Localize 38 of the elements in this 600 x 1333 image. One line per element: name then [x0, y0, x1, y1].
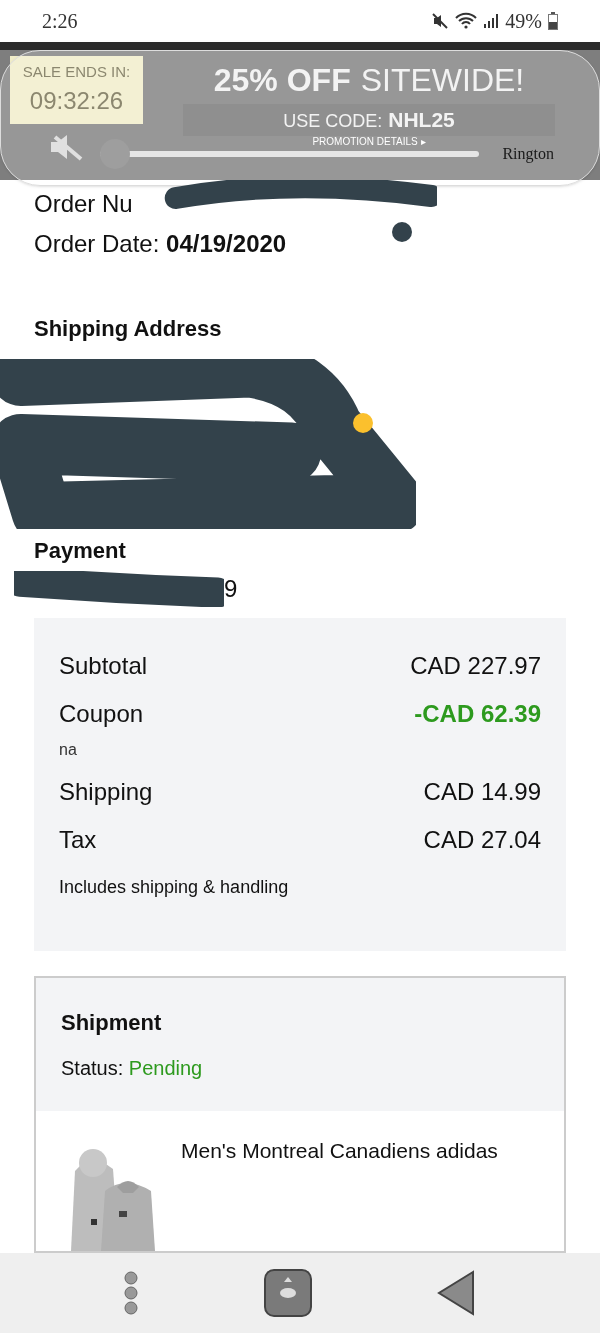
promo-code: NHL25: [388, 107, 455, 133]
order-number-label: Order Nu: [34, 189, 133, 219]
coupon-code: na: [59, 740, 78, 760]
summary-label: Coupon: [59, 699, 144, 729]
speaker-muted-icon: [49, 133, 85, 161]
home-icon[interactable]: [264, 1269, 312, 1317]
battery-icon: [548, 12, 558, 30]
headline: SITEWIDE!: [360, 61, 525, 100]
summary-value: -CAD 62.39: [414, 699, 541, 729]
payment-text: 9: [224, 573, 238, 604]
wifi-icon: [455, 12, 478, 30]
shipment-status: Status: Pending: [61, 1056, 204, 1081]
summary-label: Tax: [59, 825, 97, 855]
summary-footnote: Includes shipping & handling: [59, 876, 290, 899]
summary-label: Subtotal: [59, 651, 148, 681]
promotion-details-link[interactable]: PROMOTION DETAILS ▸: [312, 135, 426, 148]
marker-dot: [353, 413, 373, 433]
countdown: 09:32:26: [29, 86, 124, 117]
clock: 2:26: [42, 9, 78, 34]
order-date: Order Date: 04/19/2020: [34, 229, 287, 259]
summary-value: CAD 227.97: [410, 651, 541, 681]
shipment-heading: Shipment: [61, 1009, 163, 1037]
code-label: USE CODE:: [283, 110, 383, 133]
summary-label: Shipping: [59, 777, 153, 807]
battery-percent: 49%: [505, 9, 542, 34]
section-heading: Payment: [34, 536, 127, 565]
product-title: Men's Montreal Canadiens adidas: [181, 1138, 498, 1164]
sale-label: SALE ENDS IN:: [22, 61, 131, 82]
summary-value: CAD 14.99: [423, 777, 541, 807]
recent-apps-icon[interactable]: [122, 1271, 139, 1315]
mute-icon: [431, 12, 450, 30]
redaction-dot: [392, 222, 412, 242]
volume-slider[interactable]: [100, 139, 479, 169]
volume-label: Rington: [502, 144, 554, 164]
signal-icon: [483, 13, 500, 29]
section-heading: Shipping Address: [34, 315, 223, 343]
summary-value: CAD 27.04: [423, 825, 541, 855]
headline: 25% OFF: [213, 61, 351, 100]
